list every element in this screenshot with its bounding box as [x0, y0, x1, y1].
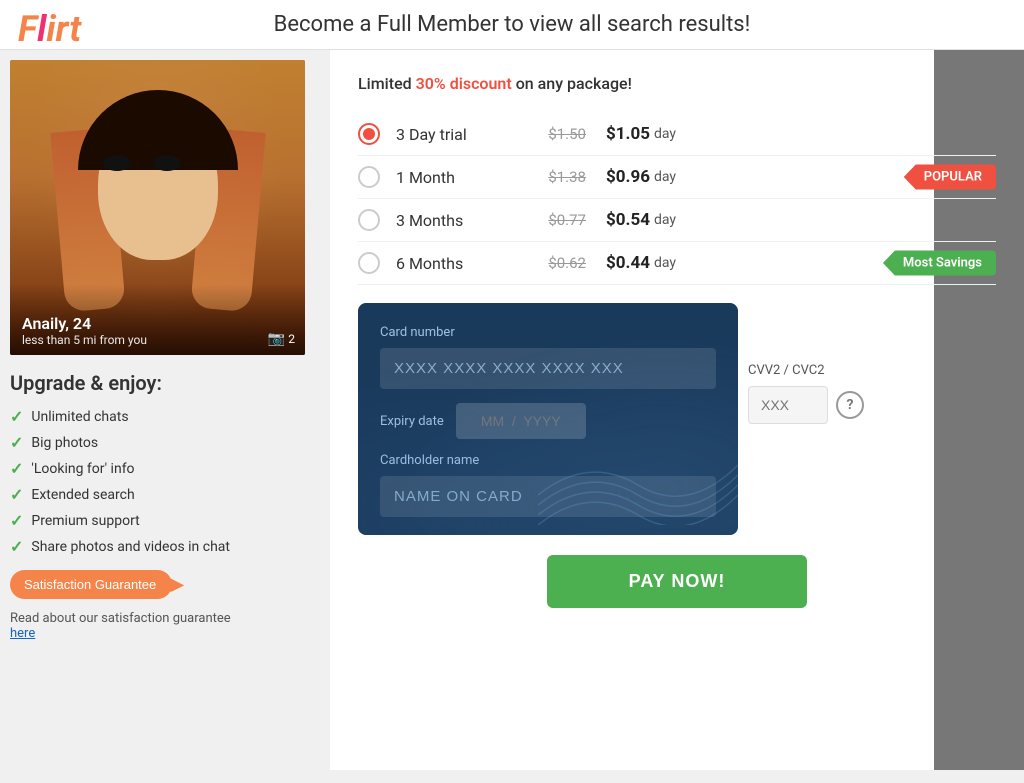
- right-panel: Limited 30% discount on any package! 3 D…: [330, 50, 1024, 770]
- most-savings-badge: Most Savings: [883, 251, 996, 276]
- guarantee-link[interactable]: here: [10, 626, 35, 641]
- expiry-input[interactable]: [456, 403, 586, 439]
- satisfaction-guarantee-button[interactable]: Satisfaction Guarantee: [10, 570, 172, 599]
- card-number-label: Card number: [380, 325, 716, 340]
- header: Flirt Become a Full Member to view all s…: [0, 0, 1024, 50]
- benefit-share-photos: ✓ Share photos and videos in chat: [10, 537, 318, 556]
- profile-distance: less than 5 mi from you: [22, 333, 293, 347]
- plan-day-3day: day: [654, 126, 676, 142]
- cvv-label: CVV2 / CVC2: [748, 363, 938, 378]
- benefit-premium-support: ✓ Premium support: [10, 511, 318, 530]
- plan-radio-1month[interactable]: [358, 166, 380, 188]
- plan-name-3months: 3 Months: [396, 211, 516, 230]
- cvv-section: CVV2 / CVC2 ?: [748, 363, 938, 424]
- plan-original-3day: $1.50: [516, 125, 586, 143]
- plan-row-1month[interactable]: 1 Month $1.38 $0.96 day POPULAR: [358, 156, 996, 199]
- payment-card: Card number Expiry date Cardholder name …: [358, 303, 738, 535]
- plan-original-6months: $0.62: [516, 254, 586, 272]
- cvv-help-icon[interactable]: ?: [836, 391, 864, 419]
- plan-current-1month: $0.96: [606, 167, 650, 187]
- upgrade-title: Upgrade & enjoy:: [10, 371, 318, 395]
- check-icon: ✓: [10, 459, 23, 478]
- plan-radio-6months[interactable]: [358, 252, 380, 274]
- profile-image: Anaily, 24 less than 5 mi from you 📷 2: [10, 60, 305, 355]
- plan-current-3months: $0.54: [606, 210, 650, 230]
- plan-radio-3day[interactable]: [358, 123, 380, 145]
- plan-row-3months[interactable]: 3 Months $0.77 $0.54 day: [358, 199, 996, 242]
- check-icon: ✓: [10, 485, 23, 504]
- camera-icon: 📷: [268, 331, 285, 347]
- popular-badge: POPULAR: [904, 165, 996, 190]
- plan-row-6months[interactable]: 6 Months $0.62 $0.44 day Most Savings: [358, 242, 996, 285]
- plan-name-3day: 3 Day trial: [396, 125, 516, 144]
- check-icon: ✓: [10, 407, 23, 426]
- card-number-input[interactable]: [380, 348, 716, 389]
- plan-day-6months: day: [654, 255, 676, 271]
- plan-row-3day[interactable]: 3 Day trial $1.50 $1.05 day: [358, 113, 996, 156]
- plan-original-1month: $1.38: [516, 168, 586, 186]
- expiry-label: Expiry date: [380, 414, 444, 429]
- wave-decoration: [538, 445, 738, 525]
- check-icon: ✓: [10, 511, 23, 530]
- logo: Flirt: [18, 8, 81, 50]
- header-title: Become a Full Member to view all search …: [274, 12, 751, 37]
- pay-now-button[interactable]: PAY NOW!: [547, 555, 807, 608]
- check-icon: ✓: [10, 433, 23, 452]
- plan-name-6months: 6 Months: [396, 254, 516, 273]
- benefit-unlimited-chats: ✓ Unlimited chats: [10, 407, 318, 426]
- profile-card: Anaily, 24 less than 5 mi from you 📷 2: [10, 60, 305, 355]
- plan-name-1month: 1 Month: [396, 168, 516, 187]
- plan-day-3months: day: [654, 212, 676, 228]
- guarantee-text: Read about our satisfaction guarantee he…: [10, 611, 318, 641]
- profile-name: Anaily, 24: [22, 314, 293, 333]
- profile-photos-count: 📷 2: [268, 331, 295, 347]
- left-panel: Anaily, 24 less than 5 mi from you 📷 2 U…: [0, 50, 330, 770]
- plan-day-1month: day: [654, 169, 676, 185]
- plan-original-3months: $0.77: [516, 211, 586, 229]
- benefit-looking-for: ✓ 'Looking for' info: [10, 459, 318, 478]
- benefit-list: ✓ Unlimited chats ✓ Big photos ✓ 'Lookin…: [10, 407, 318, 556]
- discount-banner: Limited 30% discount on any package!: [358, 74, 996, 93]
- cvv-input[interactable]: [748, 386, 828, 424]
- profile-info: Anaily, 24 less than 5 mi from you: [10, 284, 305, 355]
- upgrade-section: Upgrade & enjoy: ✓ Unlimited chats ✓ Big…: [0, 355, 330, 653]
- plan-radio-3months[interactable]: [358, 209, 380, 231]
- plan-current-3day: $1.05: [606, 124, 650, 144]
- benefit-big-photos: ✓ Big photos: [10, 433, 318, 452]
- plan-current-6months: $0.44: [606, 253, 650, 273]
- check-icon: ✓: [10, 537, 23, 556]
- benefit-extended-search: ✓ Extended search: [10, 485, 318, 504]
